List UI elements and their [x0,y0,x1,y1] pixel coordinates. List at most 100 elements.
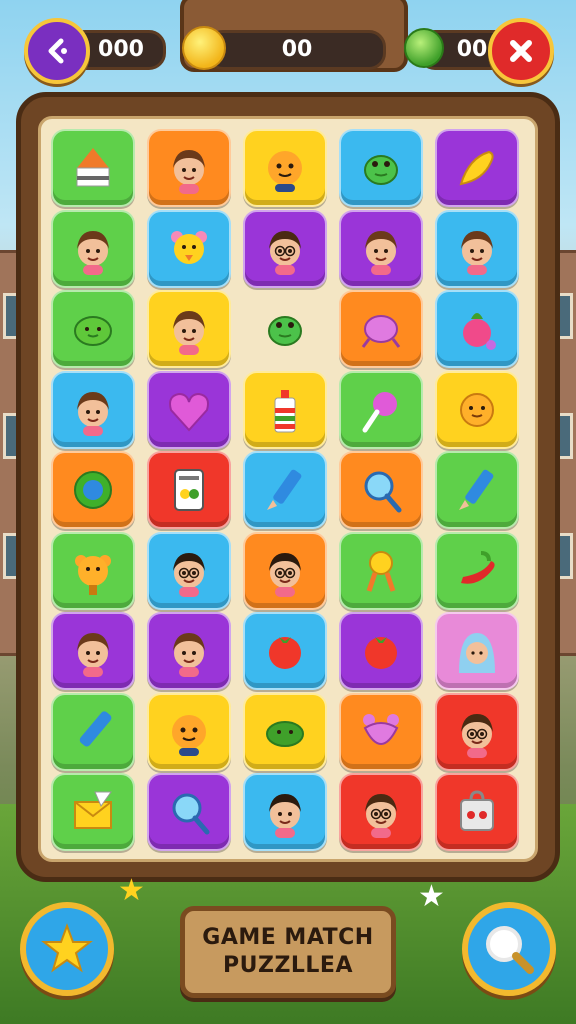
coin-pill: 00 [206,30,386,70]
game-tile[interactable] [435,290,519,368]
lollipop-icon [362,391,397,432]
game-tile[interactable] [339,612,423,690]
pencil-icon [267,469,302,510]
coin-counter: 00 [281,37,313,62]
game-tile[interactable] [243,612,327,690]
girl-face-icon [77,391,109,436]
game-tile[interactable] [147,209,231,288]
card-icon [174,469,204,511]
game-tile[interactable] [147,612,231,690]
close-x-icon [510,40,532,62]
red-bag-icon [460,790,494,831]
game-tile[interactable] [435,531,519,610]
pencil-icon [459,469,494,510]
game-tile[interactable] [51,531,135,610]
game-title-plate: GAME MATCH PUZZLLEA [180,906,396,998]
girl-face-icon [173,633,205,677]
game-tile[interactable] [339,129,423,207]
game-tile[interactable] [51,612,135,690]
game-tile[interactable] [51,370,135,449]
turtle-icon [266,720,304,747]
score-counter: 000 [98,37,144,62]
game-tile[interactable] [51,451,135,529]
game-tile[interactable] [435,129,519,207]
game-tile[interactable] [435,612,519,690]
coin-icon [182,26,226,70]
game-tile[interactable] [243,451,327,529]
game-tile[interactable] [147,129,231,207]
orange-monster-icon [172,714,206,756]
game-tile[interactable] [147,290,231,368]
girl-glasses-icon [269,552,301,597]
game-tile[interactable] [51,209,135,288]
green-button-icon [74,471,112,509]
magnifier-icon [364,471,402,513]
chili-icon [461,550,495,584]
game-tile[interactable] [435,370,519,449]
top-hud: 000 00 00 [0,0,576,84]
game-tile[interactable] [243,370,327,449]
star-button[interactable] [20,902,114,996]
game-board [38,116,538,862]
boy-glasses-icon [365,794,397,838]
tomato-icon [365,637,397,669]
game-tile[interactable] [147,451,231,529]
game-title-line-2: PUZZLLEA [223,953,353,978]
game-tile[interactable] [339,370,423,449]
yellow-bear-icon [171,230,207,264]
game-tile[interactable] [51,129,135,207]
close-button[interactable] [488,18,554,84]
game-tile[interactable] [243,209,327,288]
game-tile[interactable] [435,773,519,851]
green-frog-icon [268,316,302,346]
girl-hijab-icon [459,633,495,673]
girl-face-icon [77,230,109,275]
game-tile[interactable] [339,451,423,529]
boy-glasses-icon [269,230,301,275]
pink-blob-icon [361,315,401,348]
game-tile[interactable] [243,773,327,851]
girl-face-icon [365,230,397,275]
orange-blob-icon [460,392,494,427]
game-tile[interactable] [435,209,519,288]
game-tile[interactable] [147,370,231,449]
yellow-doll-icon [366,550,396,592]
boy-glasses-icon [461,713,493,758]
game-tile[interactable] [339,209,423,288]
game-tile[interactable] [435,451,519,529]
game-tile[interactable] [339,773,423,851]
girl-glasses-icon [173,552,205,597]
hint-search-button[interactable] [462,902,556,996]
green-frog-icon [364,155,398,185]
radish-icon [463,313,496,350]
back-button[interactable] [24,18,90,84]
game-tile[interactable] [147,531,231,610]
game-tile[interactable] [51,692,135,771]
crayon-tip-icon [76,148,110,187]
game-tile[interactable] [147,773,231,851]
game-tile[interactable] [243,290,327,368]
girl-face-icon [77,633,109,677]
yellow-bird-icon [459,150,494,186]
girl-face-icon [173,150,205,194]
game-tile[interactable] [339,692,423,771]
orange-monster-icon [268,151,302,192]
game-tile[interactable] [243,531,327,610]
game-tile[interactable] [243,129,327,207]
star-sparkle-icon: ★ [418,879,445,914]
game-tile[interactable] [339,290,423,368]
bottle-icon [274,389,296,432]
game-tile[interactable] [147,692,231,771]
orange-bear-icon [75,554,111,595]
game-tile[interactable] [243,692,327,771]
game-tile[interactable] [435,692,519,771]
back-arrow-icon [48,38,67,64]
game-tile[interactable] [51,290,135,368]
star-icon [41,923,93,973]
game-tile[interactable] [339,531,423,610]
magnifier-icon [486,926,534,974]
girl-face-icon [173,311,205,355]
star-sparkle-icon: ★ [118,873,145,908]
boy-face-icon [269,794,301,838]
game-tile[interactable] [51,773,135,851]
